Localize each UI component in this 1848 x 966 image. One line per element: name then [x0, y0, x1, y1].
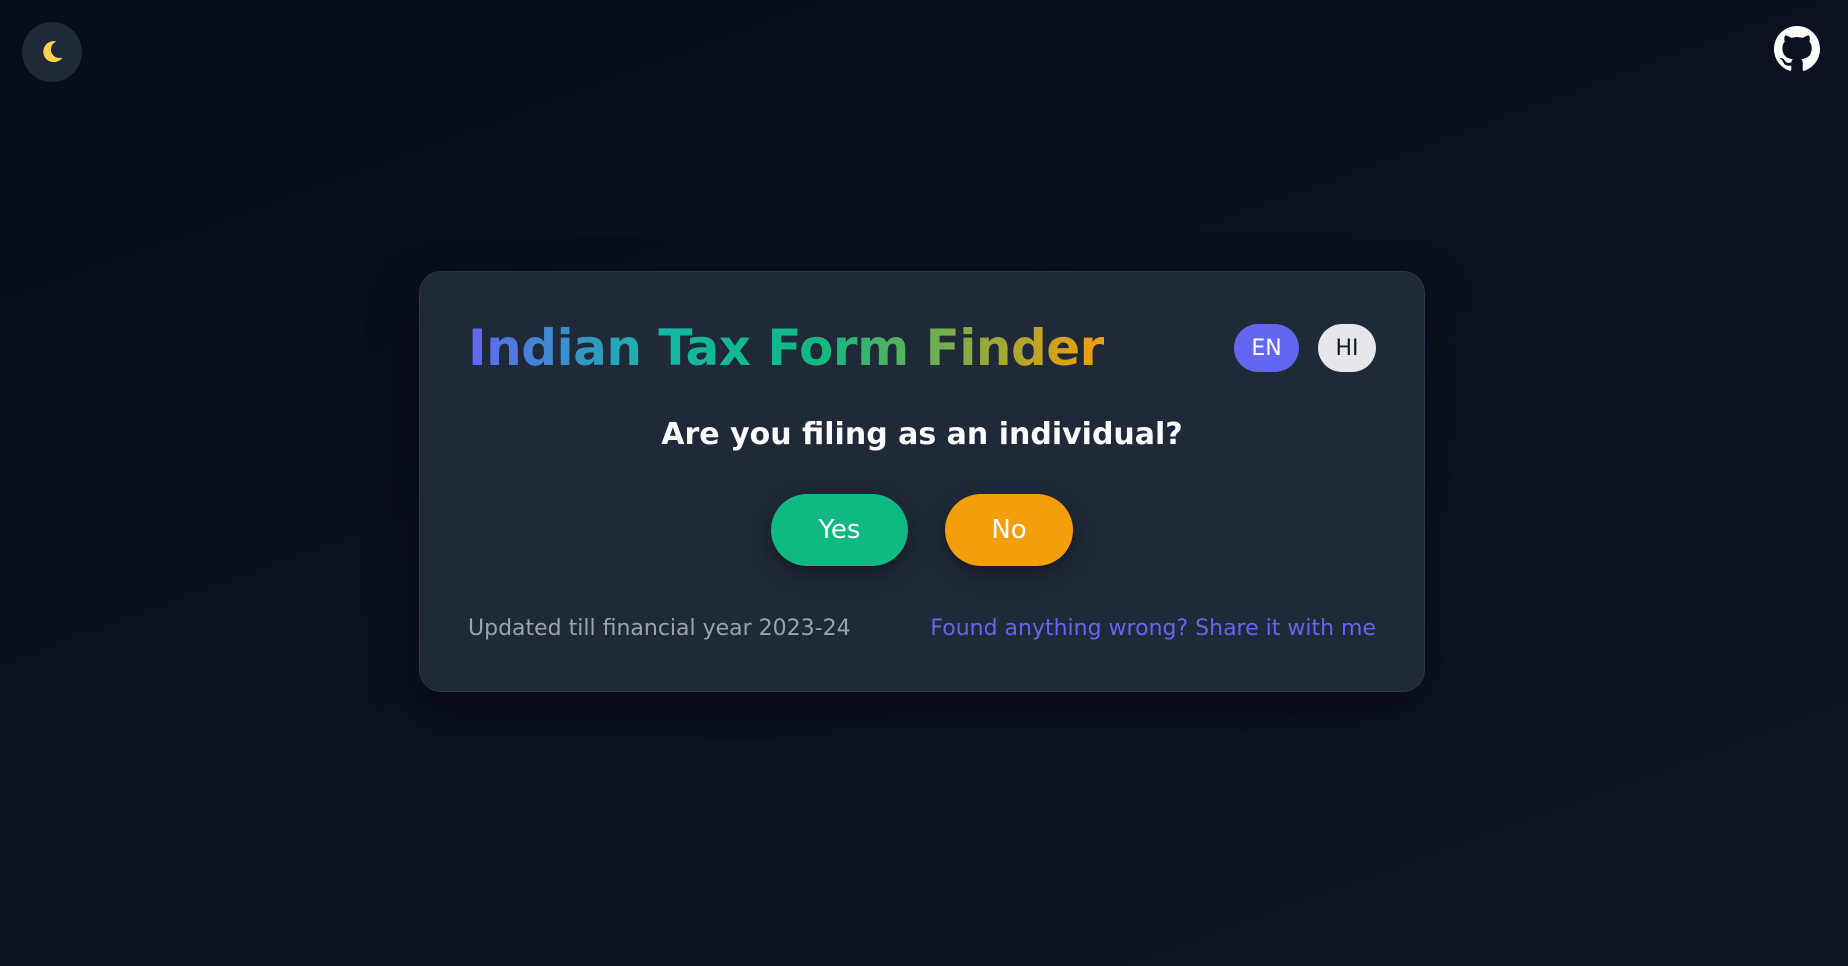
report-issue-link[interactable]: Found anything wrong? Share it with me: [930, 614, 1376, 644]
github-icon: [1774, 26, 1820, 71]
language-en-button[interactable]: EN: [1234, 324, 1299, 372]
page-title: Indian Tax Form Finder: [468, 316, 1104, 380]
card-footer: Updated till financial year 2023-24 Foun…: [468, 614, 1376, 644]
language-hi-button[interactable]: HI: [1318, 324, 1376, 372]
yes-button[interactable]: Yes: [771, 494, 908, 566]
moon-icon: [43, 41, 63, 63]
no-button[interactable]: No: [945, 494, 1073, 566]
theme-toggle-button[interactable]: [22, 22, 82, 82]
language-switcher: EN HI: [1234, 324, 1376, 372]
updated-note: Updated till financial year 2023-24: [468, 616, 851, 641]
answer-buttons: Yes No: [420, 494, 1424, 566]
card-header: Indian Tax Form Finder EN HI: [468, 316, 1376, 380]
form-finder-card: Indian Tax Form Finder EN HI Are you fil…: [419, 271, 1425, 692]
github-link[interactable]: [1774, 26, 1820, 72]
question-text: Are you filing as an individual?: [661, 417, 1183, 452]
